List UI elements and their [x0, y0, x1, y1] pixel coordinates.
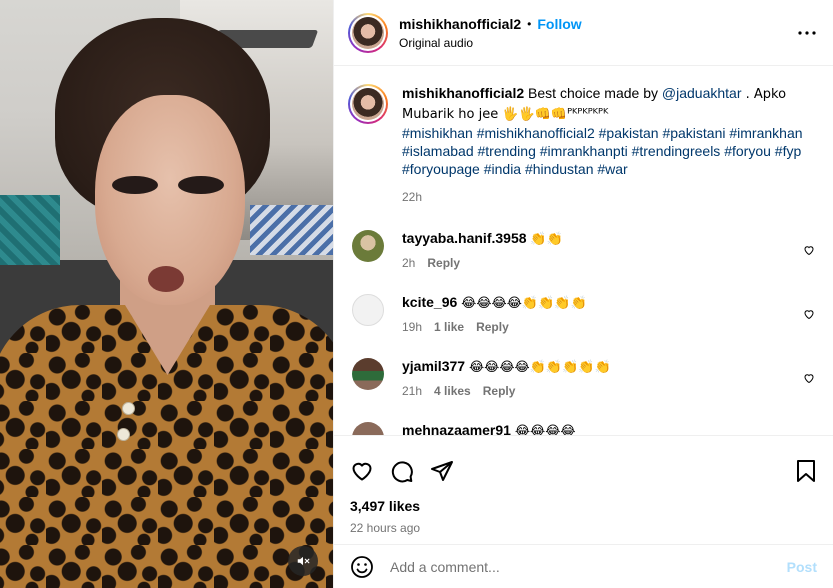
video-cushion-right — [250, 205, 333, 255]
header-separator: • — [527, 16, 532, 31]
add-comment-bar: Post — [334, 544, 833, 588]
post-caption: mishikhanofficial2 Best choice made by @… — [348, 84, 819, 206]
comment-avatar[interactable] — [352, 230, 384, 262]
caption-text: Best choice made by — [524, 85, 662, 101]
heart-icon — [352, 462, 372, 481]
comment-username[interactable]: kcite_96 — [402, 294, 457, 310]
share-icon — [431, 461, 453, 481]
comment-text: 😂😂😂😂👏👏👏👏👏 — [468, 360, 611, 375]
video-cushion-left — [0, 195, 60, 265]
comment-input[interactable] — [390, 558, 787, 575]
caption-time: 22h — [402, 190, 423, 204]
reply-button[interactable]: Reply — [483, 384, 516, 398]
post-comment-button[interactable]: Post — [787, 559, 817, 575]
comment-text: 👏👏 — [530, 232, 563, 247]
post-video[interactable] — [0, 0, 333, 588]
caption-hashtags[interactable]: #mishikhan #mishikhanofficial2 #pakistan… — [402, 124, 812, 178]
comment-avatar[interactable] — [352, 358, 384, 390]
muted-speaker-icon — [297, 556, 310, 566]
emoji-picker-button[interactable] — [350, 555, 374, 579]
comment-item: yjamil377 😂😂😂😂👏👏👏👏👏 21h 4 likes Reply — [348, 358, 819, 398]
share-button[interactable] — [430, 459, 454, 483]
author-username[interactable]: mishikhanofficial2 — [399, 16, 521, 32]
post-timestamp: 22 hours ago — [350, 521, 421, 535]
author-avatar[interactable] — [348, 12, 388, 53]
post-header: mishikhanofficial2 • Follow Original aud… — [334, 0, 833, 66]
comment-item: kcite_96 😂😂😂😂👏👏👏👏 19h 1 like Reply — [348, 294, 819, 334]
audio-label[interactable]: Original audio — [399, 36, 795, 50]
comment-item: mehnazaamer91 😂😂😂😂 — [348, 422, 819, 435]
comment-item: tayyaba.hanif.3958 👏👏 2h Reply — [348, 230, 819, 270]
caption-username[interactable]: mishikhanofficial2 — [402, 85, 524, 101]
reply-button[interactable]: Reply — [476, 320, 509, 334]
like-button[interactable] — [350, 459, 374, 483]
reply-button[interactable]: Reply — [427, 256, 460, 270]
comment-username[interactable]: yjamil377 — [402, 358, 465, 374]
caption-mention[interactable]: @jaduakhtar — [662, 85, 742, 101]
comment-time: 21h — [402, 384, 423, 398]
video-person-eye-left — [112, 176, 158, 194]
save-button[interactable] — [795, 459, 817, 483]
comments-list[interactable]: mishikhanofficial2 Best choice made by @… — [334, 66, 833, 435]
comment-time: 19h — [402, 320, 423, 334]
comment-like-heart-icon[interactable] — [803, 244, 815, 256]
more-horizontal-icon — [798, 30, 816, 35]
comment-button[interactable] — [390, 459, 414, 483]
more-options-button[interactable] — [795, 21, 819, 45]
video-shirt-button — [122, 402, 135, 415]
comment-like-heart-icon[interactable] — [803, 372, 815, 384]
comment-likes[interactable]: 4 likes — [434, 384, 471, 398]
bookmark-icon — [797, 460, 815, 482]
comment-likes[interactable]: 1 like — [434, 320, 464, 334]
comment-time: 2h — [402, 256, 416, 270]
post-details-pane: mishikhanofficial2 • Follow Original aud… — [333, 0, 833, 588]
comment-avatar[interactable] — [352, 294, 384, 326]
comment-like-heart-icon[interactable] — [803, 308, 815, 320]
comment-text: 😂😂😂😂 — [514, 424, 576, 435]
post-actions: 3,497 likes 22 hours ago Post — [334, 435, 833, 588]
comment-icon — [391, 461, 413, 483]
video-person-mouth — [148, 266, 184, 292]
comment-username[interactable]: mehnazaamer91 — [402, 422, 511, 435]
smiley-icon — [351, 555, 373, 578]
comment-text: 😂😂😂😂👏👏👏👏 — [461, 296, 587, 311]
likes-count[interactable]: 3,497 likes — [334, 492, 833, 514]
caption-avatar[interactable] — [348, 84, 388, 124]
follow-button[interactable]: Follow — [537, 16, 581, 32]
video-person-eye-right — [178, 176, 224, 194]
comment-avatar[interactable] — [352, 422, 384, 435]
mute-button[interactable] — [288, 546, 318, 576]
comment-username[interactable]: tayyaba.hanif.3958 — [402, 230, 527, 246]
video-shirt-button — [117, 428, 130, 441]
